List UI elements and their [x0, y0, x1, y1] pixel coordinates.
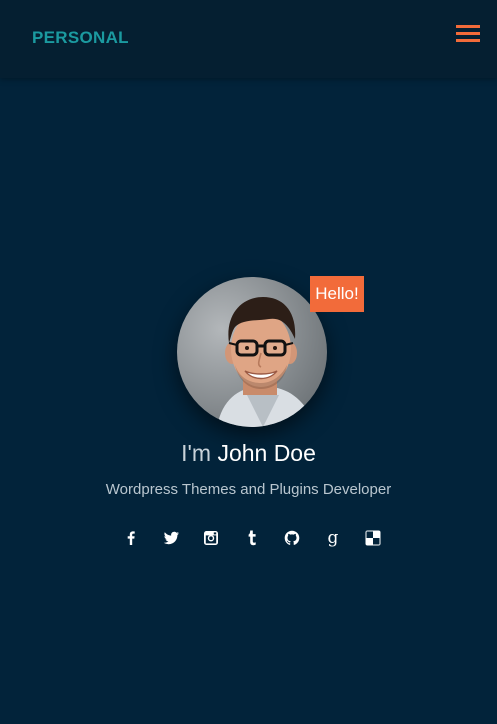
- svg-text:g: g: [328, 528, 339, 548]
- hamburger-menu-icon[interactable]: [456, 25, 482, 45]
- menu-bar: [456, 25, 480, 28]
- hello-badge: Hello!: [310, 276, 364, 312]
- person-name: John Doe: [217, 440, 316, 466]
- twitter-icon[interactable]: [160, 527, 182, 549]
- hero-heading: I'm John Doe: [0, 440, 497, 467]
- greeting-prefix: I'm: [181, 440, 212, 466]
- github-icon[interactable]: [281, 527, 303, 549]
- google-icon[interactable]: g: [322, 527, 344, 549]
- social-links: g: [0, 527, 497, 549]
- delicious-icon[interactable]: [362, 527, 384, 549]
- menu-bar: [456, 32, 480, 35]
- menu-bar: [456, 39, 480, 42]
- brand-logo-link[interactable]: PERSONAL: [32, 28, 129, 48]
- instagram-icon[interactable]: [200, 527, 222, 549]
- tagline: Wordpress Themes and Plugins Developer: [105, 481, 392, 498]
- navbar: PERSONAL: [0, 0, 497, 78]
- tumblr-icon[interactable]: [241, 527, 263, 549]
- avatar: [177, 277, 327, 427]
- facebook-icon[interactable]: [120, 527, 142, 549]
- avatar-photo: [177, 277, 327, 427]
